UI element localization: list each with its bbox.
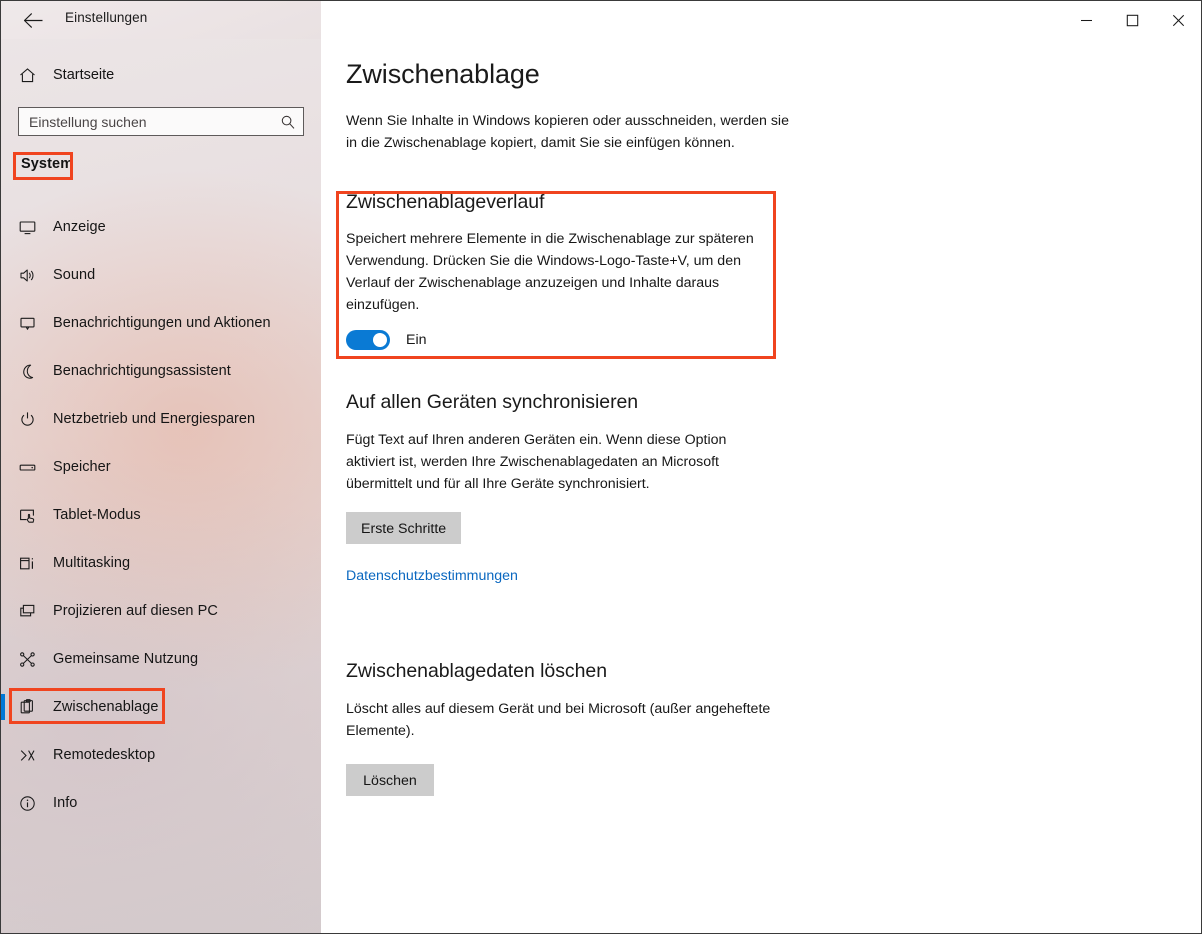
sidebar-item-projizieren[interactable]: Projizieren auf diesen PC [1,593,306,629]
sidebar-item-label: Speicher [53,459,111,475]
title-bar [1,1,1201,39]
sidebar-item-sound[interactable]: Sound [1,257,306,293]
sidebar-group-header: System [21,156,74,172]
sidebar-item-label: Tablet-Modus [53,507,141,523]
sidebar-item-remotedesktop[interactable]: Remotedesktop [1,737,306,773]
moon-icon [1,362,53,381]
sidebar-item-anzeige[interactable]: Anzeige [1,209,306,245]
section-heading-history: Zwischenablageverlauf [346,191,545,213]
project-icon [1,602,53,621]
drive-icon [1,458,53,477]
sidebar-item-benachrichtigungsassistent[interactable]: Benachrichtigungsassistent [1,353,306,389]
sidebar-item-label: Info [53,795,78,811]
maximize-icon[interactable] [1109,1,1155,39]
sidebar-item-info[interactable]: Info [1,785,306,821]
sidebar-item-label: Netzbetrieb und Energiesparen [53,411,256,427]
sidebar-item-tablet-modus[interactable]: Tablet-Modus [1,497,306,533]
sidebar-item-label: Anzeige [53,219,106,235]
speaker-icon [1,266,53,285]
sidebar-item-speicher[interactable]: Speicher [1,449,306,485]
sidebar-home-label: Startseite [53,67,115,83]
back-arrow-icon[interactable] [11,4,55,36]
sidebar-item-label: Benachrichtigungen und Aktionen [53,315,271,331]
window-title: Einstellungen [65,10,148,25]
clipboard-icon [1,698,53,717]
section-sync-across-devices: Auf allen Geräten synchronisieren Fügt T… [346,391,766,585]
section-description-sync: Fügt Text auf Ihren anderen Geräten ein.… [346,432,727,492]
section-heading-clear: Zwischenablagedaten löschen [346,660,607,682]
close-icon[interactable] [1155,1,1201,39]
minimize-icon[interactable] [1063,1,1109,39]
section-clipboard-history: Zwischenablageverlauf Speichert mehrere … [346,191,782,350]
search-input[interactable] [19,108,273,135]
sidebar-item-gemeinsame-nutzung[interactable]: Gemeinsame Nutzung [1,641,306,677]
sidebar-scroll-area: Startseite System [1,1,321,933]
toggle-state-label: Ein [406,332,427,348]
page-intro-text: Wenn Sie Inhalte in Windows kopieren ode… [346,113,789,151]
history-toggle-row: Ein [346,330,782,350]
home-icon [1,66,53,85]
sidebar-item-label: Gemeinsame Nutzung [53,651,199,667]
sidebar: Startseite System [1,1,321,933]
section-description-clear: Löscht alles auf diesem Gerät und bei Mi… [346,701,771,739]
clipboard-history-toggle[interactable] [346,330,390,350]
sidebar-item-home[interactable]: Startseite [1,59,301,91]
chat-bubble-icon [1,314,53,333]
toggle-knob [373,333,387,347]
remote-desktop-icon [1,746,53,765]
page-title: Zwischenablage [346,59,540,89]
sidebar-item-label: Multitasking [53,555,131,571]
sidebar-item-benachrichtigungen[interactable]: Benachrichtigungen und Aktionen [1,305,306,341]
multitask-icon [1,554,53,573]
sidebar-item-zwischenablage[interactable]: Zwischenablage [1,689,306,725]
search-icon[interactable] [273,114,303,130]
selection-indicator [1,694,5,720]
sidebar-item-label: Benachrichtigungsassistent [53,363,231,379]
settings-window: Startseite System [0,0,1202,934]
sidebar-item-label: Remotedesktop [53,747,156,763]
content-pane: Zwischenablage Wenn Sie Inhalte in Windo… [321,39,1201,933]
monitor-icon [1,218,53,237]
section-heading-sync: Auf allen Geräten synchronisieren [346,391,639,413]
info-icon [1,794,53,813]
get-started-button[interactable]: Erste Schritte [346,512,462,544]
tablet-hand-icon [1,506,53,525]
sidebar-item-multitasking[interactable]: Multitasking [1,545,306,581]
section-clear-clipboard-data: Zwischenablagedaten löschen Löscht alles… [346,660,798,796]
privacy-policy-link[interactable]: Datenschutzbestimmungen [346,568,518,584]
sidebar-item-label: Sound [53,267,96,283]
sidebar-item-label: Zwischenablage [53,699,159,715]
sidebar-item-label: Projizieren auf diesen PC [53,603,218,619]
search-box[interactable] [18,107,304,136]
clear-button[interactable]: Löschen [346,764,434,796]
window-controls [1063,1,1201,39]
share-nodes-icon [1,650,53,669]
section-description-history: Speichert mehrere Elemente in die Zwisch… [346,231,754,313]
power-icon [1,410,53,429]
sidebar-item-netzbetrieb[interactable]: Netzbetrieb und Energiesparen [1,401,306,437]
